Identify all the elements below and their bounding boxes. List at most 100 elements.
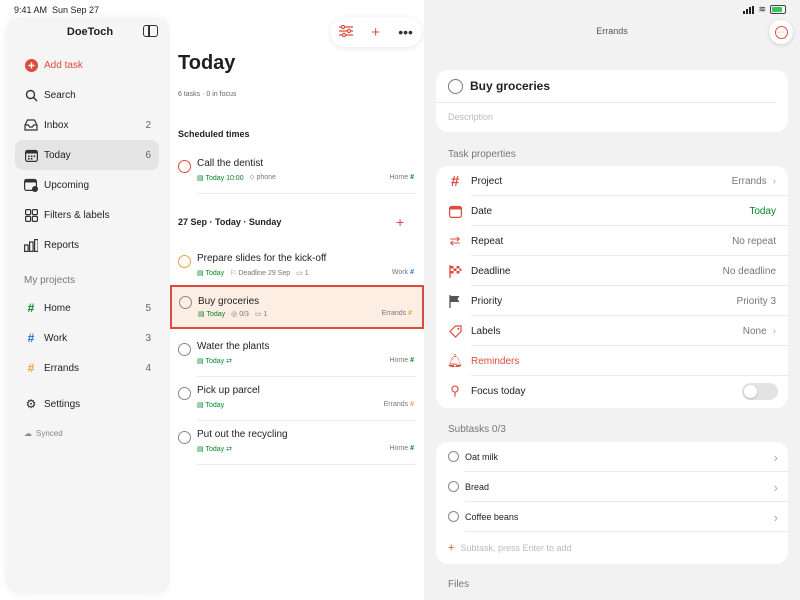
- prop-repeat[interactable]: ⇄ Repeat No repeat: [436, 226, 788, 256]
- search-icon: [24, 88, 38, 102]
- sidebar-item-reports[interactable]: Reports: [15, 230, 159, 260]
- sidebar-toggle-icon[interactable]: [143, 25, 158, 37]
- hash-icon: #: [27, 361, 35, 375]
- section-add-icon[interactable]: +: [396, 214, 404, 230]
- prop-value: Priority 3: [736, 296, 776, 307]
- subtask-checkbox[interactable]: [448, 481, 459, 492]
- project-label: Errands: [381, 310, 407, 317]
- sync-status: ☁ Synced: [24, 429, 63, 438]
- task-checkbox[interactable]: [448, 79, 463, 94]
- calendar-icon: ▤: [197, 446, 204, 453]
- project-label: Home: [389, 174, 409, 181]
- task-row[interactable]: Put out the recycling ▤ Today ⇄ Home #: [170, 421, 424, 465]
- prop-label: Deadline: [471, 266, 511, 277]
- chevron-right-icon: ›: [772, 176, 776, 187]
- sidebar-item-label: Search: [44, 89, 76, 101]
- sidebar-item-errands[interactable]: # Errands 4: [15, 353, 159, 383]
- task-list-pane: + ••• Today 6 tasks · 0 in focus Schedul…: [170, 0, 424, 600]
- prop-label: Labels: [471, 326, 501, 337]
- sidebar-item-search[interactable]: Search: [15, 80, 159, 110]
- prop-label: Reminders: [471, 356, 520, 367]
- sidebar-item-today[interactable]: Today 6: [15, 140, 159, 170]
- sidebar-item-filters[interactable]: Filters & labels: [15, 200, 159, 230]
- subtasks-card: Oat milk › Bread › Coffee beans › + Subta…: [436, 442, 788, 564]
- description-field[interactable]: Description: [448, 112, 493, 122]
- task-checkbox[interactable]: [178, 160, 191, 173]
- task-row[interactable]: Pick up parcel ▤ Today Errands #: [170, 377, 424, 421]
- task-project: Errands #: [384, 401, 414, 408]
- task-project: Errands #: [382, 310, 412, 317]
- prop-project[interactable]: # Project Errands ›: [436, 166, 788, 196]
- task-row[interactable]: Call the dentist ▤ Today 10:00 ⬦ phone H…: [170, 150, 424, 194]
- today-count: 6: [145, 149, 151, 161]
- plus-circle-icon: [24, 58, 38, 72]
- sidebar-item-label: Reports: [44, 239, 80, 251]
- calendar-icon: [448, 204, 462, 218]
- page-subtitle: 6 tasks · 0 in focus: [178, 91, 237, 98]
- task-checkbox[interactable]: [178, 387, 191, 400]
- due-date-text: Today: [205, 270, 225, 277]
- pin-icon: ⚲: [450, 383, 460, 398]
- detail-more-button[interactable]: ···: [769, 20, 793, 44]
- repeat-icon: ⇄: [226, 446, 232, 453]
- label-text: phone: [256, 174, 276, 181]
- subtask-row[interactable]: Bread ›: [436, 472, 788, 502]
- due-date: ▤ Today: [197, 401, 224, 409]
- sidebar-item-settings[interactable]: ⚙ Settings: [15, 389, 159, 419]
- subtasks-heading: Subtasks 0/3: [448, 424, 506, 435]
- due-date-text: Today: [205, 402, 225, 409]
- prop-reminders[interactable]: 🔔︎ Reminders: [436, 346, 788, 376]
- subtask-row[interactable]: Oat milk ›: [436, 442, 788, 472]
- task-checkbox[interactable]: [178, 255, 191, 268]
- prop-value: No repeat: [732, 236, 776, 247]
- prop-labels[interactable]: Labels None ›: [436, 316, 788, 346]
- calendar-upcoming-icon: [24, 178, 38, 192]
- subtask-input-placeholder: Subtask, press Enter to add: [460, 543, 572, 553]
- task-row[interactable]: Prepare slides for the kick-off ▤ Today …: [170, 245, 424, 289]
- task-checkbox[interactable]: [178, 431, 191, 444]
- prop-priority[interactable]: Priority Priority 3: [436, 286, 788, 316]
- comment-count: 1: [304, 270, 309, 277]
- files-heading: Files: [448, 579, 470, 590]
- sidebar-item-label: Add task: [44, 59, 83, 71]
- subtask-row[interactable]: Coffee beans ›: [436, 502, 788, 532]
- sidebar-item-upcoming[interactable]: Upcoming: [15, 170, 159, 200]
- prop-label: Priority: [471, 296, 503, 307]
- prop-value: None: [742, 326, 767, 337]
- checkered-flag-icon: [448, 264, 462, 278]
- filter-sliders-icon[interactable]: [339, 24, 354, 41]
- due-date: ▤ Today: [198, 310, 225, 318]
- hash-icon: #: [410, 174, 414, 181]
- hash-icon: #: [410, 401, 414, 408]
- tag-icon: ⬦: [249, 174, 255, 181]
- task-row-selected[interactable]: Buy groceries ▤ Today ◎ 0/3 ▭ 1 Errands …: [170, 285, 424, 329]
- add-task-plus-icon[interactable]: +: [371, 24, 380, 41]
- focus-toggle[interactable]: [742, 383, 778, 400]
- task-checkbox[interactable]: [178, 343, 191, 356]
- sidebar-item-add-task[interactable]: Add task: [15, 50, 159, 80]
- sidebar-item-inbox[interactable]: Inbox 2: [15, 110, 159, 140]
- subtask-checkbox[interactable]: [448, 451, 459, 462]
- prop-value: Errands: [731, 176, 767, 187]
- project-label: Errands: [383, 401, 409, 408]
- status-date: Sun Sep 27: [52, 5, 100, 15]
- sync-label: Synced: [36, 429, 63, 438]
- task-checkbox[interactable]: [179, 296, 192, 309]
- subtask-input[interactable]: + Subtask, press Enter to add: [448, 542, 572, 554]
- task-title[interactable]: Buy groceries: [470, 79, 550, 93]
- deadline-text: Deadline 29 Sep: [238, 270, 291, 277]
- sidebar-item-home[interactable]: # Home 5: [15, 293, 159, 323]
- detail-header: Errands: [596, 26, 628, 36]
- comment-icon: ▭: [296, 270, 303, 277]
- task-row[interactable]: Water the plants ▤ Today ⇄ Home #: [170, 333, 424, 377]
- grid-icon: [24, 208, 38, 222]
- subtask-checkbox[interactable]: [448, 511, 459, 522]
- prop-date[interactable]: Date Today: [436, 196, 788, 226]
- sidebar-item-work[interactable]: # Work 3: [15, 323, 159, 353]
- subtask-progress: ◎ 0/3: [231, 310, 249, 318]
- section-scheduled-heading: Scheduled times: [178, 129, 250, 139]
- due-date-text: Today: [206, 311, 226, 318]
- subtask-name: Oat milk: [465, 452, 499, 462]
- prop-deadline[interactable]: Deadline No deadline: [436, 256, 788, 286]
- more-icon[interactable]: •••: [398, 24, 413, 40]
